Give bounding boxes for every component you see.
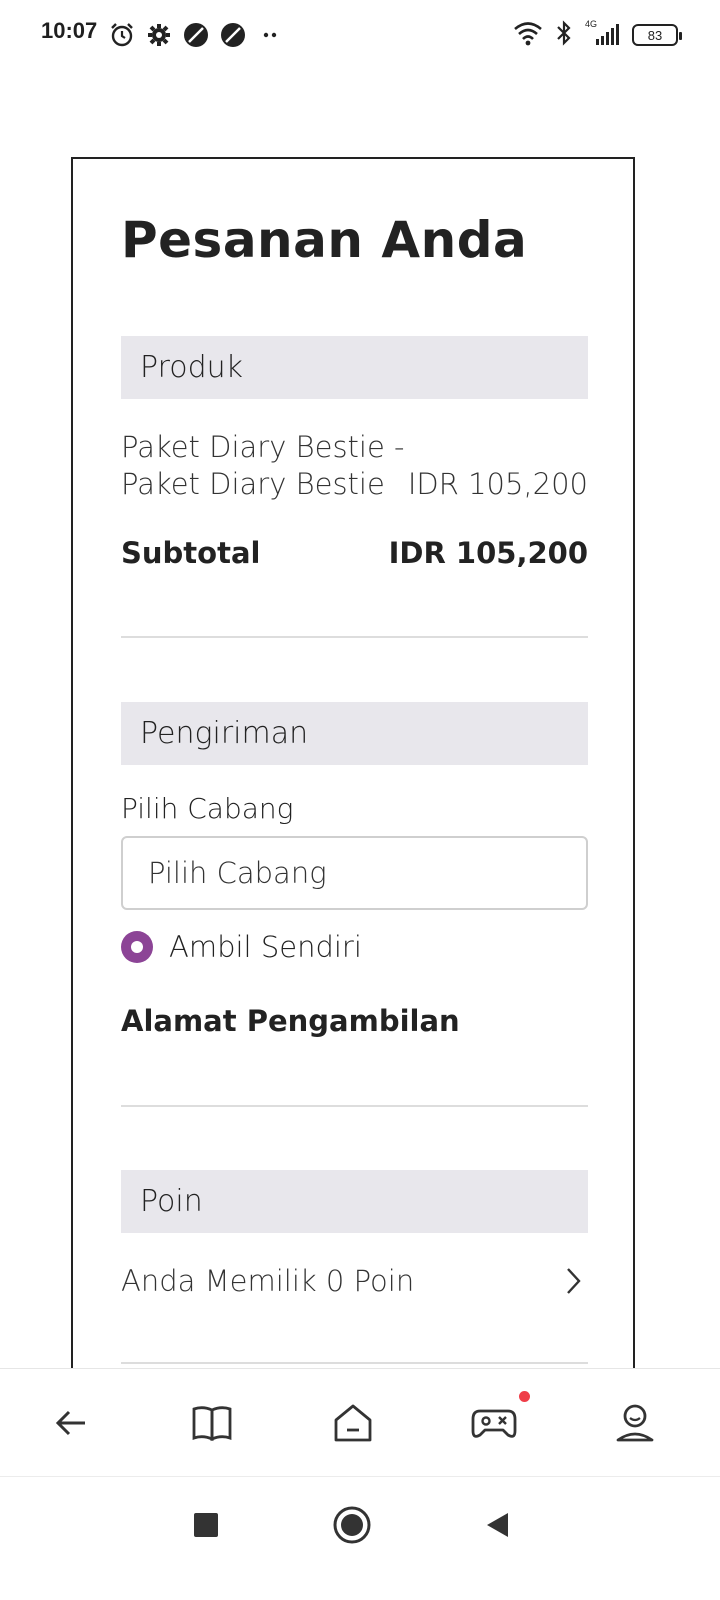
status-right-icons: 4G 83 bbox=[512, 19, 682, 51]
branch-label: Pilih Cabang bbox=[121, 792, 294, 825]
subtotal-row: Subtotal IDR 105,200 bbox=[121, 536, 588, 576]
section-header-shipping: Pengiriman bbox=[121, 702, 588, 765]
divider bbox=[121, 636, 588, 638]
product-item-line-2: Paket Diary Bestie IDR 105,200 bbox=[121, 466, 588, 503]
branch-select-value: Pilih Cabang bbox=[148, 856, 327, 890]
subtotal-value: IDR 105,200 bbox=[388, 536, 588, 570]
section-header-product: Produk bbox=[121, 336, 588, 399]
system-nav-bar bbox=[0, 1476, 720, 1600]
section-header-label: Poin bbox=[140, 1184, 203, 1219]
pickup-option[interactable]: Ambil Sendiri bbox=[121, 930, 362, 964]
status-time: 10:07 bbox=[41, 18, 98, 43]
home-icon[interactable] bbox=[329, 1399, 377, 1447]
app-icon bbox=[219, 21, 247, 49]
profile-icon[interactable] bbox=[611, 1399, 659, 1447]
product-item-price: IDR 105,200 bbox=[407, 467, 588, 501]
battery-icon: 83 bbox=[632, 24, 682, 46]
status-left-icons bbox=[108, 20, 284, 50]
subtotal-label: Subtotal bbox=[121, 536, 261, 570]
section-header-label: Pengiriman bbox=[140, 716, 309, 751]
wifi-icon bbox=[512, 19, 544, 51]
section-header-label: Produk bbox=[140, 350, 244, 385]
bluetooth-icon bbox=[554, 19, 574, 51]
gamepad-icon[interactable] bbox=[470, 1391, 530, 1447]
battery-level: 83 bbox=[647, 27, 663, 43]
pickup-address-heading: Alamat Pengambilan bbox=[121, 1004, 460, 1038]
home-circle-icon[interactable] bbox=[332, 1505, 372, 1545]
page-title: Pesanan Anda bbox=[121, 211, 528, 269]
section-header-points: Poin bbox=[121, 1170, 588, 1233]
notification-dot bbox=[519, 1391, 530, 1402]
alarm-icon bbox=[108, 21, 136, 49]
pickup-option-label: Ambil Sendiri bbox=[169, 930, 362, 964]
gear-icon bbox=[145, 21, 173, 49]
more-dots-icon bbox=[256, 21, 284, 49]
product-item-line-1: Paket Diary Bestie - bbox=[121, 430, 405, 464]
chevron-right-icon[interactable] bbox=[558, 1266, 588, 1296]
back-triangle-icon[interactable] bbox=[478, 1505, 518, 1545]
status-bar: 10:07 4G 83 bbox=[0, 0, 720, 70]
order-card: Pesanan Anda Produk Paket Diary Bestie -… bbox=[71, 157, 635, 1417]
network-type: 4G bbox=[585, 19, 598, 29]
book-icon[interactable] bbox=[188, 1399, 236, 1447]
app-icon bbox=[182, 21, 210, 49]
signal-icon: 4G bbox=[584, 19, 622, 49]
radio-selected-icon[interactable] bbox=[121, 931, 153, 963]
points-text: Anda Memilik 0 Poin bbox=[121, 1264, 415, 1298]
branch-select[interactable]: Pilih Cabang bbox=[121, 836, 588, 910]
product-item-name: Paket Diary Bestie bbox=[121, 467, 385, 501]
points-row[interactable]: Anda Memilik 0 Poin bbox=[121, 1259, 588, 1303]
recents-icon[interactable] bbox=[186, 1505, 226, 1545]
divider bbox=[121, 1362, 588, 1364]
back-arrow-icon[interactable] bbox=[47, 1399, 95, 1447]
divider bbox=[121, 1105, 588, 1107]
app-bottom-nav bbox=[0, 1368, 720, 1476]
